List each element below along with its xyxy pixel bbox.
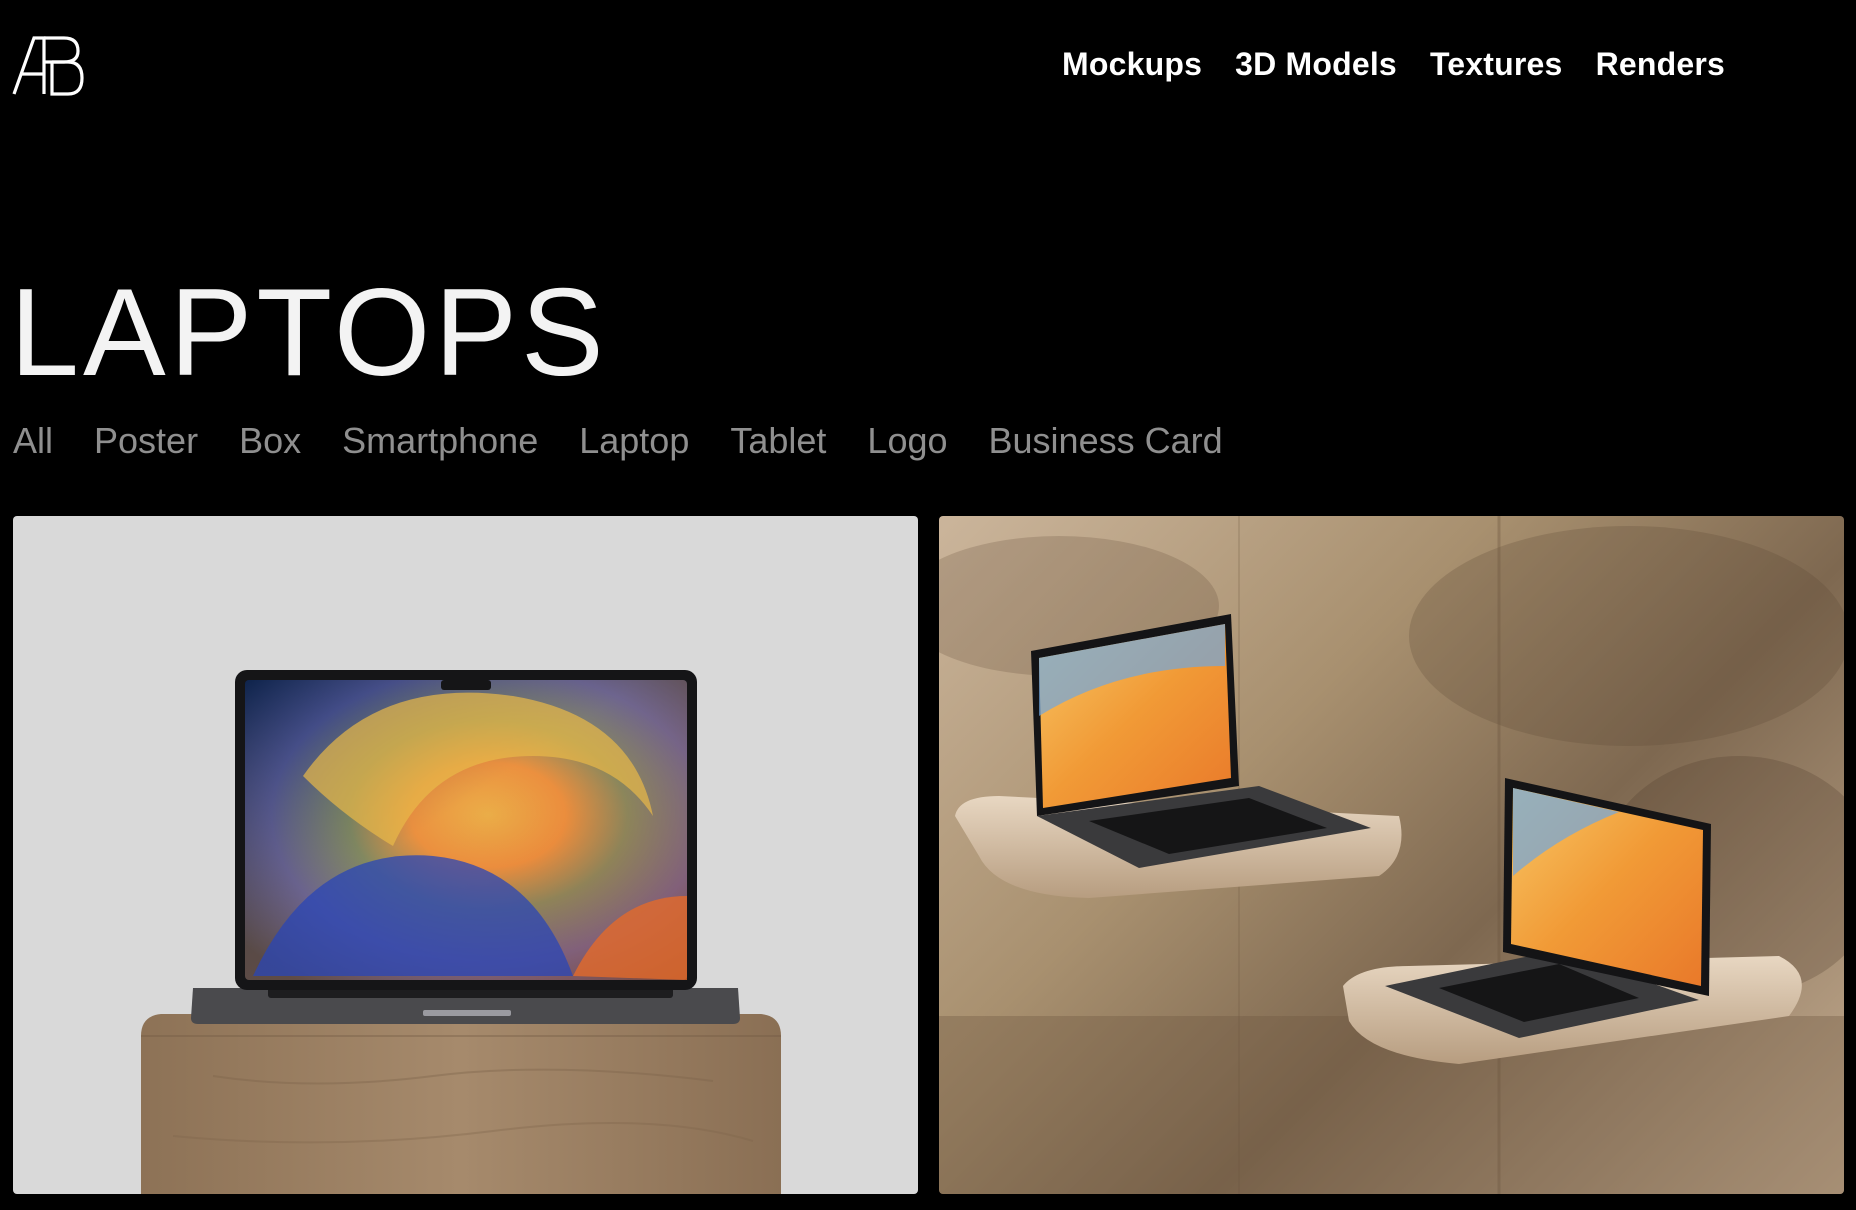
filter-logo[interactable]: Logo (867, 416, 947, 466)
mockup-card-laptop-pedestal[interactable] (13, 516, 918, 1194)
nav-mockups[interactable]: Mockups (1062, 40, 1202, 88)
two-laptops-on-wall-shelves-image (939, 516, 1844, 1194)
mockup-card-laptops-shelves[interactable] (939, 516, 1844, 1194)
brand-logo-icon[interactable] (12, 34, 84, 96)
laptop-on-wooden-pedestal-image (141, 670, 781, 1194)
nav-renders[interactable]: Renders (1596, 40, 1725, 88)
filter-box[interactable]: Box (239, 416, 301, 466)
filter-smartphone[interactable]: Smartphone (342, 416, 538, 466)
filter-laptop[interactable]: Laptop (579, 416, 689, 466)
filter-poster[interactable]: Poster (94, 416, 198, 466)
nav-textures[interactable]: Textures (1430, 40, 1563, 88)
nav-3d-models[interactable]: 3D Models (1235, 40, 1397, 88)
filter-business-card[interactable]: Business Card (989, 416, 1223, 466)
filter-tablet[interactable]: Tablet (730, 416, 826, 466)
page-title: LAPTOPS (10, 264, 608, 402)
page: Mockups 3D Models Textures Renders LAPTO… (0, 0, 1856, 1210)
main-navigation: Mockups 3D Models Textures Renders (1062, 40, 1758, 88)
filter-all[interactable]: All (13, 416, 53, 466)
category-filter: All Poster Box Smartphone Laptop Tablet … (13, 416, 1264, 466)
